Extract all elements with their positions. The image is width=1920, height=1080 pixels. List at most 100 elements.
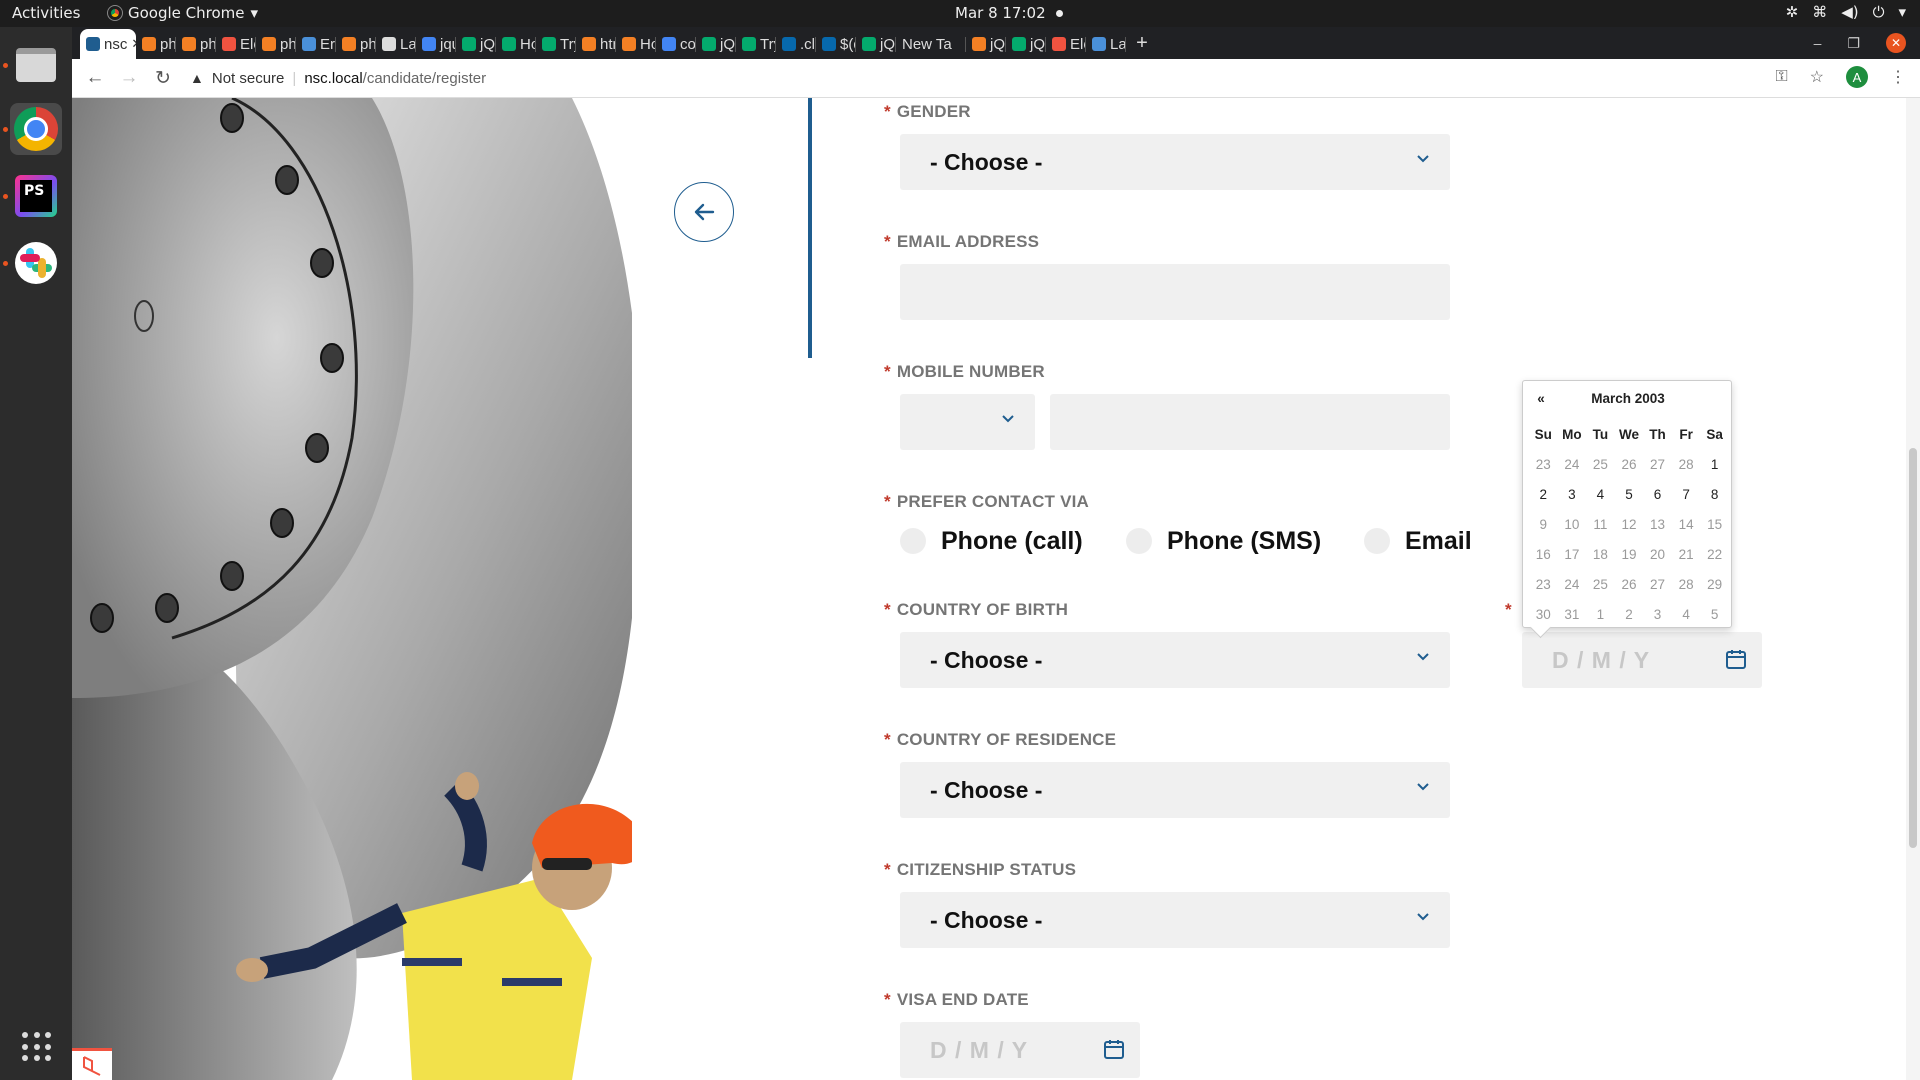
datepicker-day[interactable]: 4	[1672, 607, 1701, 622]
activities-button[interactable]: Activities	[12, 4, 80, 22]
country-residence-select[interactable]: - Choose -	[900, 762, 1450, 818]
browser-tab[interactable]: php	[176, 29, 216, 59]
browser-tab[interactable]: htm	[576, 29, 616, 59]
app-menu[interactable]: Google Chrome ▾	[107, 4, 258, 22]
datepicker-day[interactable]: 23	[1529, 457, 1558, 472]
datepicker-day[interactable]: 1	[1586, 607, 1615, 622]
datepicker-day[interactable]: 25	[1586, 457, 1615, 472]
browser-tab[interactable]: $(d	[816, 29, 856, 59]
datepicker-day[interactable]: 18	[1586, 547, 1615, 562]
datepicker-day[interactable]: 24	[1558, 457, 1587, 472]
datepicker-prev-button[interactable]: «	[1531, 391, 1551, 406]
datepicker-day[interactable]: 24	[1558, 577, 1587, 592]
minimize-button[interactable]: –	[1814, 35, 1822, 51]
datepicker-day[interactable]: 14	[1672, 517, 1701, 532]
browser-tab[interactable]: How	[616, 29, 656, 59]
datepicker-day[interactable]: 2	[1615, 607, 1644, 622]
datepicker-day[interactable]: 11	[1586, 517, 1615, 532]
datepicker-day[interactable]: 6	[1643, 487, 1672, 502]
datepicker-day[interactable]: 27	[1643, 457, 1672, 472]
browser-tab[interactable]: php	[336, 29, 376, 59]
dock-files[interactable]	[3, 39, 62, 91]
datepicker-day[interactable]: 28	[1672, 577, 1701, 592]
new-tab-button[interactable]: +	[1126, 29, 1158, 59]
datepicker-day[interactable]: 27	[1643, 577, 1672, 592]
citizenship-select[interactable]: - Choose -	[900, 892, 1450, 948]
calendar-icon[interactable]	[1724, 647, 1748, 671]
datepicker-day[interactable]: 20	[1643, 547, 1672, 562]
scrollbar-thumb[interactable]	[1909, 448, 1917, 848]
datepicker-day[interactable]: 28	[1672, 457, 1701, 472]
datepicker-day[interactable]: 17	[1558, 547, 1587, 562]
browser-tab[interactable]: .clic	[776, 29, 816, 59]
datepicker-day[interactable]: 4	[1586, 487, 1615, 502]
restore-button[interactable]: ❐	[1847, 35, 1860, 52]
datepicker-day[interactable]: 12	[1615, 517, 1644, 532]
key-icon[interactable]: ⚿	[1775, 68, 1787, 86]
datepicker-day[interactable]: 19	[1615, 547, 1644, 562]
browser-tab[interactable]: How	[496, 29, 536, 59]
kebab-menu-icon[interactable]: ⋮	[1890, 67, 1906, 87]
browser-tab[interactable]: Tryi	[536, 29, 576, 59]
browser-tab[interactable]: php	[256, 29, 296, 59]
datepicker-title[interactable]: March 2003	[1553, 391, 1703, 406]
datepicker-day[interactable]: 2	[1529, 487, 1558, 502]
browser-tab[interactable]: jQu	[456, 29, 496, 59]
browser-tab[interactable]: colo	[656, 29, 696, 59]
mobile-number-field[interactable]	[1050, 394, 1450, 450]
browser-tab[interactable]: Eloc	[216, 29, 256, 59]
profile-avatar[interactable]: A	[1846, 66, 1868, 88]
browser-tab[interactable]: jQu	[1006, 29, 1046, 59]
country-birth-select[interactable]: - Choose -	[900, 632, 1450, 688]
dock-phpstorm[interactable]: PS	[3, 170, 62, 222]
datepicker-day[interactable]: 23	[1529, 577, 1558, 592]
datepicker-day[interactable]: 31	[1558, 607, 1587, 622]
visa-end-date-field[interactable]: D / M / Y	[900, 1022, 1140, 1078]
back-button[interactable]: ←	[80, 63, 110, 93]
datepicker-day[interactable]: 10	[1558, 517, 1587, 532]
forward-button[interactable]: →	[114, 63, 144, 93]
browser-tab[interactable]: jQu	[696, 29, 736, 59]
gender-select[interactable]: - Choose -	[900, 134, 1450, 190]
system-tray[interactable]: ✲ ⌘ ◀) ⏻ ▾	[1786, 3, 1906, 21]
datepicker-day[interactable]: 1	[1700, 457, 1729, 472]
browser-tab[interactable]: Lara	[376, 29, 416, 59]
radio-phone-sms-label[interactable]: Phone (SMS)	[1167, 527, 1321, 556]
clock[interactable]: Mar 8 17:02	[955, 4, 1063, 22]
datepicker-day[interactable]: 3	[1558, 487, 1587, 502]
datepicker-day[interactable]: 9	[1529, 517, 1558, 532]
page-scrollbar[interactable]	[1906, 98, 1920, 1080]
reload-button[interactable]: ↻	[148, 63, 178, 93]
window-close-button[interactable]: ✕	[1886, 33, 1906, 53]
show-applications-icon[interactable]	[22, 1032, 52, 1062]
browser-tab[interactable]: Elo	[1046, 29, 1086, 59]
bookmark-star-icon[interactable]: ☆	[1810, 67, 1824, 87]
radio-phone-call-label[interactable]: Phone (call)	[941, 527, 1083, 556]
browser-tab[interactable]: php	[136, 29, 176, 59]
date-of-birth-field[interactable]: D / M / Y	[1522, 632, 1762, 688]
browser-tab[interactable]: jque	[416, 29, 456, 59]
datepicker-day[interactable]: 7	[1672, 487, 1701, 502]
datepicker-day[interactable]: 25	[1586, 577, 1615, 592]
browser-tab[interactable]: jQu	[966, 29, 1006, 59]
url-text[interactable]: nsc.local/candidate/register	[304, 70, 486, 87]
back-arrow-button[interactable]	[674, 182, 734, 242]
datepicker-day[interactable]: 29	[1700, 577, 1729, 592]
radio-email[interactable]	[1364, 528, 1390, 554]
datepicker-day[interactable]: 26	[1615, 577, 1644, 592]
datepicker-day[interactable]: 5	[1700, 607, 1729, 622]
datepicker-day[interactable]: 16	[1529, 547, 1558, 562]
country-code-select[interactable]	[900, 394, 1035, 450]
datepicker-day[interactable]: 5	[1615, 487, 1644, 502]
datepicker-day[interactable]: 8	[1700, 487, 1729, 502]
datepicker-day[interactable]: 13	[1643, 517, 1672, 532]
tab-active[interactable]: nsc✕	[80, 29, 136, 59]
browser-tab[interactable]: Erro	[296, 29, 336, 59]
browser-tab[interactable]: Lar	[1086, 29, 1126, 59]
datepicker-day[interactable]: 15	[1700, 517, 1729, 532]
datepicker-day[interactable]: 21	[1672, 547, 1701, 562]
browser-tab[interactable]: New Ta	[896, 29, 966, 59]
browser-tab[interactable]: jQu	[856, 29, 896, 59]
radio-email-label[interactable]: Email	[1405, 527, 1472, 556]
datepicker-day[interactable]: 26	[1615, 457, 1644, 472]
